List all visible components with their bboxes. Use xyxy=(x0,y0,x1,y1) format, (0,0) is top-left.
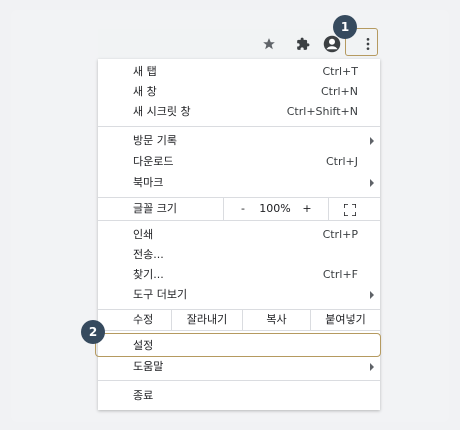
menu-item-more-tools[interactable]: 도구 더보기 xyxy=(98,285,380,305)
menu-divider xyxy=(98,380,380,381)
star-icon[interactable] xyxy=(260,35,278,53)
menu-item-new-window[interactable]: 새 창 Ctrl+N xyxy=(98,82,380,102)
step-badge-2: 2 xyxy=(81,320,105,344)
menu-item-label: 북마크 xyxy=(133,176,164,189)
menu-item-find[interactable]: 찾기... Ctrl+F xyxy=(98,265,380,285)
zoom-divider xyxy=(328,198,329,220)
step-badge-1: 1 xyxy=(333,15,357,39)
menu-item-shortcut: Ctrl+P xyxy=(322,228,358,241)
menu-item-label: 인쇄 xyxy=(133,228,154,241)
menu-item-shortcut: Ctrl+J xyxy=(325,155,358,168)
cut-button[interactable]: 잘라내기 xyxy=(172,310,242,330)
chrome-main-menu: 새 탭 Ctrl+T 새 창 Ctrl+N 새 시크릿 창 Ctrl+Shift… xyxy=(98,59,380,410)
menu-item-label: 새 창 xyxy=(133,85,157,98)
menu-item-exit[interactable]: 종료 xyxy=(98,386,380,406)
zoom-in-button[interactable]: + xyxy=(297,198,317,220)
settings-highlight xyxy=(95,333,381,357)
menu-item-label: 방문 기록 xyxy=(133,134,177,147)
copy-button[interactable]: 복사 xyxy=(243,310,310,330)
zoom-row: 글꼴 크기 - 100% + xyxy=(98,198,380,220)
submenu-arrow-icon xyxy=(370,137,374,145)
menu-item-shortcut: Ctrl+T xyxy=(322,65,358,78)
menu-item-label: 새 시크릿 창 xyxy=(133,105,191,118)
submenu-arrow-icon xyxy=(370,363,374,371)
submenu-arrow-icon xyxy=(370,291,374,299)
menu-item-downloads[interactable]: 다운로드 Ctrl+J xyxy=(98,152,380,172)
menu-item-label: 전송... xyxy=(133,248,164,261)
menu-item-shortcut: Ctrl+N xyxy=(320,85,358,98)
menu-divider xyxy=(98,330,380,331)
zoom-label: 글꼴 크기 xyxy=(133,202,177,215)
menu-item-help[interactable]: 도움말 xyxy=(98,357,380,377)
menu-divider xyxy=(98,126,380,127)
menu-item-bookmarks[interactable]: 북마크 xyxy=(98,173,380,193)
menu-divider xyxy=(98,220,380,221)
zoom-out-button[interactable]: - xyxy=(233,198,253,220)
menu-item-label: 새 탭 xyxy=(133,65,157,78)
menu-item-label: 찾기... xyxy=(133,268,164,281)
submenu-arrow-icon xyxy=(370,179,374,187)
edit-label: 수정 xyxy=(133,313,154,326)
menu-item-new-incognito[interactable]: 새 시크릿 창 Ctrl+Shift+N xyxy=(98,102,380,122)
menu-item-new-tab[interactable]: 새 탭 Ctrl+T xyxy=(98,62,380,82)
menu-item-shortcut: Ctrl+Shift+N xyxy=(286,105,358,118)
edit-row: 수정 잘라내기 복사 붙여넣기 xyxy=(98,310,380,330)
zoom-divider xyxy=(223,198,224,220)
menu-item-label: 도구 더보기 xyxy=(133,288,188,301)
menu-item-shortcut: Ctrl+F xyxy=(322,268,358,281)
menu-item-label: 도움말 xyxy=(133,360,164,373)
menu-item-cast[interactable]: 전송... xyxy=(98,245,380,265)
fullscreen-icon[interactable] xyxy=(343,203,357,217)
zoom-value: 100% xyxy=(259,202,291,215)
profile-avatar-icon[interactable] xyxy=(323,35,341,53)
menu-item-label: 종료 xyxy=(133,389,154,402)
menu-item-print[interactable]: 인쇄 Ctrl+P xyxy=(98,225,380,245)
paste-button[interactable]: 붙여넣기 xyxy=(311,310,380,330)
menu-item-history[interactable]: 방문 기록 xyxy=(98,131,380,151)
menu-item-label: 다운로드 xyxy=(133,155,174,168)
extensions-puzzle-icon[interactable] xyxy=(294,35,312,53)
